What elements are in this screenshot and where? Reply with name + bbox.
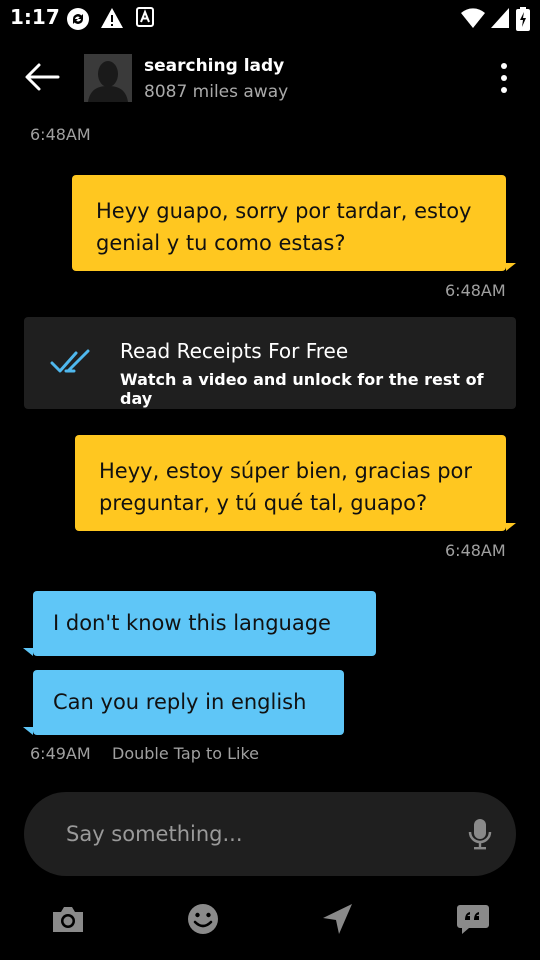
status-time: 1:17 <box>10 5 60 29</box>
font-icon <box>136 7 154 27</box>
status-bar: 1:17 <box>0 0 540 36</box>
message-timestamp: 6:48AM <box>30 125 91 144</box>
more-options-icon[interactable] <box>492 62 516 94</box>
incoming-message[interactable]: Can you reply in english <box>33 670 344 735</box>
double-check-icon <box>50 349 90 373</box>
emoji-icon[interactable] <box>185 902 221 936</box>
incoming-message[interactable]: I don't know this language <box>33 591 376 656</box>
banner-subtitle: Watch a video and unlock for the rest of… <box>120 370 484 408</box>
avatar[interactable] <box>84 54 132 102</box>
chat-toolbar <box>0 896 540 942</box>
banner-title: Read Receipts For Free <box>120 339 349 363</box>
message-timestamp: 6:49AM <box>30 744 91 763</box>
sync-icon <box>67 8 89 30</box>
chat-header: searching lady 8087 miles away <box>0 40 540 116</box>
outgoing-message[interactable]: Heyy, estoy súper bien, gracias por preg… <box>75 435 506 531</box>
message-timestamp: 6:48AM <box>445 541 506 560</box>
wifi-icon <box>461 8 485 28</box>
profile-silhouette-icon <box>84 54 132 102</box>
read-receipts-banner[interactable]: Read Receipts For Free Watch a video and… <box>24 317 516 409</box>
bubble-tail <box>23 727 33 735</box>
camera-icon[interactable] <box>50 902 86 936</box>
profile-name[interactable]: searching lady <box>144 56 284 76</box>
message-text: Heyy guapo, sorry por tardar, estoy geni… <box>96 199 472 255</box>
outgoing-message[interactable]: Heyy guapo, sorry por tardar, estoy geni… <box>72 175 506 271</box>
bubble-tail <box>23 648 33 656</box>
signal-icon <box>491 8 509 28</box>
location-icon[interactable] <box>320 902 356 936</box>
message-text: Heyy, estoy súper bien, gracias por preg… <box>99 459 473 515</box>
warning-icon <box>101 8 123 28</box>
double-tap-hint: Double Tap to Like <box>112 744 259 763</box>
saved-phrases-icon[interactable] <box>455 902 491 936</box>
message-timestamp: 6:48AM <box>445 281 506 300</box>
message-text: Can you reply in english <box>53 690 307 714</box>
message-text: I don't know this language <box>53 611 331 635</box>
bubble-tail <box>506 523 516 531</box>
battery-icon <box>516 7 530 31</box>
message-composer <box>24 792 516 876</box>
profile-distance: 8087 miles away <box>144 82 289 102</box>
bubble-tail <box>506 263 516 271</box>
message-input[interactable] <box>66 814 446 854</box>
back-arrow-icon[interactable] <box>24 62 60 92</box>
microphone-icon[interactable] <box>468 818 492 850</box>
